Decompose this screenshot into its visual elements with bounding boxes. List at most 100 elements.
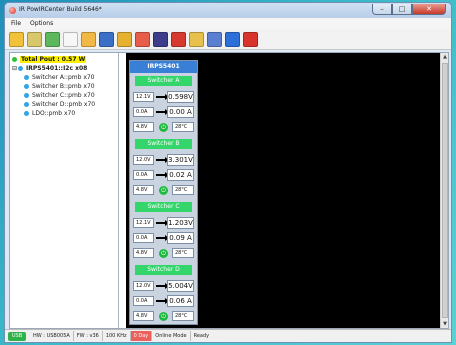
maximize-button[interactable]: □ <box>392 4 412 15</box>
tree-item[interactable]: Switcher D::pmb x70 <box>12 100 116 109</box>
client-area: Total Pout : 0.57 W ⊟ IRPS5401::I2c x08 … <box>9 52 449 329</box>
flow-arrow-icon <box>156 220 169 226</box>
tree-item[interactable]: Switcher A::pmb x70 <box>12 73 116 82</box>
iin-value: 0.0A <box>133 296 154 306</box>
tree-item[interactable]: Switcher C::pmb x70 <box>12 91 116 100</box>
usb-icon: USB <box>8 331 26 341</box>
vout-value: 3.301V <box>167 154 194 166</box>
tree-item-label: Switcher A::pmb x70 <box>32 74 95 81</box>
vin-value: 12.1V <box>133 218 154 228</box>
iout-value: 0.00 A <box>167 106 194 118</box>
minimize-button[interactable]: – <box>372 4 392 15</box>
menu-options[interactable]: Options <box>30 20 53 27</box>
vout-icon[interactable] <box>153 31 168 47</box>
close-button[interactable]: ✕ <box>412 4 446 15</box>
tree-item-label: Switcher B::pmb x70 <box>32 83 95 90</box>
panel-title: IRPS5401 <box>130 61 197 73</box>
tune-icon[interactable] <box>171 31 186 47</box>
vaux-value: 4.8V <box>133 185 154 195</box>
power-icon[interactable]: ⏻ <box>159 186 168 195</box>
new-icon[interactable] <box>9 31 24 47</box>
rail-icon <box>24 84 29 89</box>
menu-bar: File Options <box>5 18 451 29</box>
chip-icon[interactable] <box>225 31 240 47</box>
status-dot-icon <box>12 57 17 62</box>
flow-arrow-icon <box>156 298 169 304</box>
tree-icon[interactable] <box>45 31 60 47</box>
vin-value: 12.0V <box>133 281 154 291</box>
switcher-block: Switcher C 12.1V 1.203V 0.0A 0.09 A 4.8V ⏻ 28°C <box>130 199 197 262</box>
power-icon[interactable]: ⏻ <box>159 249 168 258</box>
chart-icon[interactable] <box>135 31 150 47</box>
state-status: Ready <box>193 333 210 339</box>
settings-icon[interactable] <box>117 31 132 47</box>
title-bar: IR PowIRCenter Build 5646* – □ ✕ <box>5 3 451 18</box>
tree-root[interactable]: Total Pout : 0.57 W <box>12 55 116 64</box>
vin-value: 12.1V <box>133 92 154 102</box>
status-bar: USB HW : USB005A FW : v36 100 KHz 0 Day … <box>5 329 451 342</box>
switcher-title[interactable]: Switcher A <box>135 76 192 86</box>
app-window: IR PowIRCenter Build 5646* – □ ✕ File Op… <box>4 2 452 343</box>
freq-status: 100 KHz <box>103 331 131 341</box>
window-title: IR PowIRCenter Build 5646* <box>19 6 102 13</box>
switcher-block: Switcher B 12.0V 3.301V 0.0A 0.02 A 4.8V ⏻ 28°C <box>130 136 197 199</box>
power-icon[interactable]: ⏻ <box>159 312 168 321</box>
iout-value: 0.02 A <box>167 169 194 181</box>
vaux-value: 4.8V <box>133 248 154 258</box>
menu-file[interactable]: File <box>11 20 21 27</box>
device-icon <box>18 66 23 71</box>
fw-status: FW : v36 <box>74 331 103 341</box>
temp-value: 28°C <box>172 122 194 132</box>
scroll-thumb[interactable] <box>442 63 448 318</box>
help-icon[interactable] <box>243 31 258 47</box>
document-icon[interactable] <box>63 31 78 47</box>
iin-value: 0.0A <box>133 170 154 180</box>
rail-icon <box>24 102 29 107</box>
switcher-block: Switcher A 12.1V 0.598V 0.0A 0.00 A 4.8V ⏻ 28°C <box>130 73 197 136</box>
tree-device[interactable]: ⊟ IRPS5401::I2c x08 <box>12 64 116 73</box>
grid-icon[interactable] <box>27 31 42 47</box>
flow-arrow-icon <box>156 94 169 100</box>
toolbar <box>5 29 451 50</box>
irps5401-panel: IRPS5401 Switcher A 12.1V 0.598V 0.0A 0.00 A… <box>129 60 198 325</box>
total-pout-label: Total Pout : 0.57 W <box>20 56 87 63</box>
vout-value: 0.598V <box>167 91 194 103</box>
bus-icon[interactable] <box>207 31 222 47</box>
vertical-scrollbar[interactable]: ▲ ▼ <box>440 53 448 328</box>
switcher-block: Switcher D 12.0V 5.004V 0.0A 0.06 A 4.8V ⏻ 28°C <box>130 262 197 325</box>
switcher-title[interactable]: Switcher C <box>135 202 192 212</box>
flow-arrow-icon <box>156 172 169 178</box>
tree-item[interactable]: LDO::pmb x70 <box>12 109 116 118</box>
flow-arrow-icon <box>156 157 169 163</box>
rail-icon <box>24 111 29 116</box>
device-label: IRPS5401::I2c x08 <box>26 65 88 72</box>
hw-status: HW : USB005A <box>30 331 74 341</box>
switcher-title[interactable]: Switcher D <box>135 265 192 275</box>
temp-value: 28°C <box>172 311 194 321</box>
tree-item-label: Switcher C::pmb x70 <box>32 92 95 99</box>
rail-icon <box>24 93 29 98</box>
scroll-down-icon[interactable]: ▼ <box>442 321 448 327</box>
device-tree: Total Pout : 0.57 W ⊟ IRPS5401::I2c x08 … <box>10 53 119 328</box>
switcher-title[interactable]: Switcher B <box>135 139 192 149</box>
vaux-value: 4.8V <box>133 311 154 321</box>
iout-value: 0.09 A <box>167 232 194 244</box>
days-status: 0 Day <box>130 331 153 341</box>
tree-item-label: LDO::pmb x70 <box>32 110 76 117</box>
save-icon[interactable] <box>99 31 114 47</box>
app-icon <box>9 7 16 14</box>
vout-value: 1.203V <box>167 217 194 229</box>
iin-value: 0.0A <box>133 233 154 243</box>
flash-icon[interactable] <box>189 31 204 47</box>
temp-value: 28°C <box>172 248 194 258</box>
iout-value: 0.06 A <box>167 295 194 307</box>
vout-value: 5.004V <box>167 280 194 292</box>
tree-item-label: Switcher D::pmb x70 <box>32 101 96 108</box>
scroll-up-icon[interactable]: ▲ <box>442 54 448 60</box>
folder-icon[interactable] <box>81 31 96 47</box>
vin-value: 12.0V <box>133 155 154 165</box>
temp-value: 28°C <box>172 185 194 195</box>
tree-item[interactable]: Switcher B::pmb x70 <box>12 82 116 91</box>
power-icon[interactable]: ⏻ <box>159 123 168 132</box>
iin-value: 0.0A <box>133 107 154 117</box>
